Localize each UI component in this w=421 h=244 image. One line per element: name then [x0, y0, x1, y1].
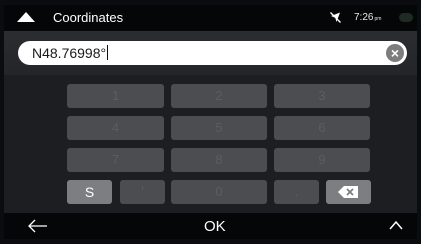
title-bar: Coordinates 7:26pm	[4, 5, 417, 31]
clock-time: 7:26	[354, 12, 374, 23]
key-0[interactable]: 0	[171, 180, 267, 204]
key-1[interactable]: 1	[67, 84, 164, 108]
clear-input-button[interactable]: ×	[386, 44, 404, 62]
text-caret	[107, 45, 109, 60]
app-window: Coordinates 7:26pm N48.76998° × 1 2 3 4 …	[4, 5, 417, 239]
bottom-bar: OK	[4, 213, 417, 239]
numeric-keypad: 1 2 3 4 5 6 7 8 9 S ' 0 .	[4, 75, 417, 213]
coordinate-input[interactable]: N48.76998° ×	[18, 41, 407, 65]
backspace-button[interactable]	[326, 180, 371, 204]
message-icon[interactable]	[399, 13, 413, 22]
key-3[interactable]: 3	[274, 84, 370, 108]
clock: 7:26pm	[354, 12, 381, 23]
key-6[interactable]: 6	[274, 116, 370, 140]
backspace-icon	[338, 186, 358, 198]
gps-off-icon	[330, 12, 341, 23]
key-south[interactable]: S	[67, 180, 112, 204]
key-2[interactable]: 2	[171, 84, 267, 108]
key-decimal-point[interactable]: .	[274, 180, 319, 204]
chevron-up-icon[interactable]	[389, 220, 403, 230]
key-9[interactable]: 9	[274, 148, 370, 172]
key-7[interactable]: 7	[67, 148, 164, 172]
clock-ampm: pm	[374, 16, 382, 22]
key-minute[interactable]: '	[120, 180, 165, 204]
key-5[interactable]: 5	[171, 116, 267, 140]
input-area: N48.76998° ×	[4, 31, 417, 75]
back-arrow-icon[interactable]	[28, 219, 48, 233]
key-8[interactable]: 8	[171, 148, 267, 172]
ok-button[interactable]: OK	[204, 218, 226, 235]
coordinate-input-value: N48.76998°	[32, 45, 109, 61]
key-4[interactable]: 4	[67, 116, 164, 140]
navigation-arrow-icon[interactable]	[17, 12, 35, 22]
page-title: Coordinates	[53, 10, 124, 25]
